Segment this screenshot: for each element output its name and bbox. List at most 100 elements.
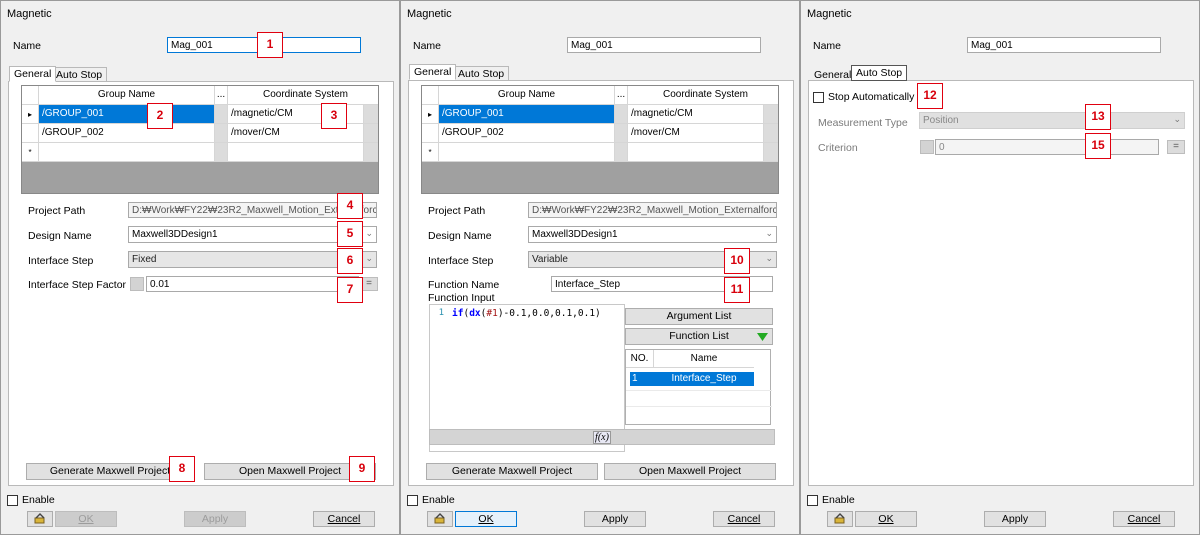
code-argument: #1 — [486, 308, 498, 319]
enable-checkbox[interactable] — [7, 495, 18, 506]
tool-icon-button[interactable] — [427, 511, 453, 527]
design-name-value: Maxwell3DDesign1 — [532, 229, 618, 240]
interface-step-factor-input[interactable]: 0.01 — [146, 276, 359, 292]
project-path-label: Project Path — [428, 205, 486, 217]
apply-button[interactable]: Apply — [184, 511, 246, 527]
tool-icon-button[interactable] — [827, 511, 853, 527]
coord-cell[interactable] — [628, 143, 764, 162]
current-row-marker: ▸ — [22, 105, 39, 124]
magnetic-dialog-general-variable: Magnetic Name Mag_001 General Auto Stop … — [400, 0, 800, 535]
coord-browse-button[interactable] — [764, 124, 778, 143]
chevron-down-icon: ⌄ — [1173, 114, 1181, 124]
coord-browse-button[interactable] — [364, 105, 378, 124]
tab-auto-stop[interactable]: Auto Stop — [851, 65, 908, 81]
name-input[interactable]: Mag_001 — [567, 37, 761, 53]
cancel-label: Cancel — [1127, 513, 1161, 525]
ok-button[interactable]: OK — [455, 511, 517, 527]
ok-button[interactable]: OK — [855, 511, 917, 527]
coord-browse-button[interactable] — [364, 124, 378, 143]
group-browse-button[interactable] — [615, 105, 628, 124]
interface-step-value: Fixed — [132, 254, 157, 265]
design-name-label: Design Name — [428, 230, 492, 242]
table-row[interactable]: ▸ /GROUP_001 /magnetic/CM — [422, 105, 778, 124]
coord-browse-button[interactable] — [764, 105, 778, 124]
cancel-label: Cancel — [327, 513, 361, 525]
tool-icon-button[interactable] — [27, 511, 53, 527]
new-row-marker: * — [22, 143, 39, 162]
group-cell[interactable]: /GROUP_002 — [39, 124, 215, 143]
function-list-button[interactable]: Function List — [625, 328, 773, 345]
tab-general[interactable]: General — [409, 64, 457, 80]
cancel-button[interactable]: Cancel — [313, 511, 375, 527]
enable-checkbox[interactable] — [407, 495, 418, 506]
group-grid[interactable]: Group Name ... Coordinate System ... ▸ /… — [21, 85, 379, 194]
name-label: Name — [813, 40, 842, 52]
group-cell[interactable]: /GROUP_001 — [39, 105, 215, 124]
col-group-name[interactable]: Group Name — [39, 86, 215, 105]
generate-maxwell-project-button[interactable]: Generate Maxwell Project — [426, 463, 598, 480]
coord-cell[interactable]: /mover/CM — [628, 124, 764, 143]
table-row[interactable]: /GROUP_002 /mover/CM — [422, 124, 778, 143]
factor-variable-toggle[interactable] — [130, 277, 144, 291]
design-name-label: Design Name — [28, 230, 92, 242]
table-row-new[interactable]: * — [22, 143, 378, 162]
col-name[interactable]: Name — [654, 350, 754, 368]
callout-8: 8 — [169, 456, 195, 482]
coord-cell[interactable]: /magnetic/CM — [628, 105, 764, 124]
criterion-expression-button[interactable]: = — [1167, 140, 1185, 154]
enable-checkbox[interactable] — [807, 495, 818, 506]
code-line: if(dx(#1)-0.1,0.0,0.1,0.1) — [452, 308, 601, 319]
name-input[interactable]: Mag_001 — [967, 37, 1161, 53]
ok-button[interactable]: OK — [55, 511, 117, 527]
callout-15: 15 — [1085, 133, 1111, 159]
cancel-button[interactable]: Cancel — [713, 511, 775, 527]
table-row-new[interactable]: * — [422, 143, 778, 162]
tab-general[interactable]: General — [9, 66, 57, 82]
coord-browse-button[interactable] — [764, 143, 778, 162]
stop-automatically-checkbox[interactable] — [813, 92, 824, 103]
function-list-label: Function List — [669, 330, 729, 342]
interface-step-value: Variable — [532, 254, 568, 265]
ok-label: OK — [878, 513, 894, 525]
callout-13: 13 — [1085, 104, 1111, 130]
group-cell[interactable]: /GROUP_001 — [439, 105, 615, 124]
apply-button[interactable]: Apply — [584, 511, 646, 527]
group-browse-button[interactable] — [615, 124, 628, 143]
design-name-select[interactable]: Maxwell3DDesign1 ⌄ — [528, 226, 777, 243]
col-dots-1[interactable]: ... — [615, 86, 628, 105]
group-browse-button[interactable] — [215, 124, 228, 143]
coord-browse-button[interactable] — [364, 143, 378, 162]
col-no[interactable]: NO. — [626, 350, 654, 368]
criterion-variable-toggle[interactable] — [920, 140, 934, 154]
group-cell[interactable] — [439, 143, 615, 162]
criterion-label: Criterion — [818, 142, 858, 154]
col-dots-1[interactable]: ... — [215, 86, 228, 105]
group-browse-button[interactable] — [215, 143, 228, 162]
col-group-name[interactable]: Group Name — [439, 86, 615, 105]
function-table[interactable]: NO. Name 1 Interface_Step — [625, 349, 772, 425]
group-cell[interactable] — [39, 143, 215, 162]
interface-step-label: Interface Step — [428, 255, 494, 267]
group-cell[interactable]: /GROUP_002 — [439, 124, 615, 143]
measurement-type-select[interactable]: Position ⌄ — [919, 112, 1185, 129]
criterion-input[interactable]: 0 — [935, 139, 1159, 155]
fx-button[interactable]: f(x) — [429, 429, 775, 445]
group-browse-button[interactable] — [215, 105, 228, 124]
wrench-icon — [434, 513, 445, 524]
callout-10: 10 — [724, 248, 750, 274]
group-grid[interactable]: Group Name ... Coordinate System ... ▸ /… — [421, 85, 779, 194]
apply-button[interactable]: Apply — [984, 511, 1046, 527]
col-coordinate-system[interactable]: Coordinate System — [628, 86, 778, 105]
col-coordinate-system[interactable]: Coordinate System — [228, 86, 378, 105]
open-maxwell-project-button[interactable]: Open Maxwell Project — [604, 463, 776, 480]
coord-cell[interactable] — [228, 143, 364, 162]
new-row-marker: * — [422, 143, 439, 162]
argument-list-button[interactable]: Argument List — [625, 308, 773, 325]
callout-3: 3 — [321, 103, 347, 129]
cancel-button[interactable]: Cancel — [1113, 511, 1175, 527]
project-path-label: Project Path — [28, 205, 86, 217]
group-browse-button[interactable] — [615, 143, 628, 162]
code-rest: )-0.1,0.0,0.1,0.1) — [497, 308, 601, 319]
project-path-field[interactable]: D:₩Work₩FY22₩23R2_Maxwell_Motion_Externa… — [528, 202, 777, 218]
name-label: Name — [413, 40, 442, 52]
